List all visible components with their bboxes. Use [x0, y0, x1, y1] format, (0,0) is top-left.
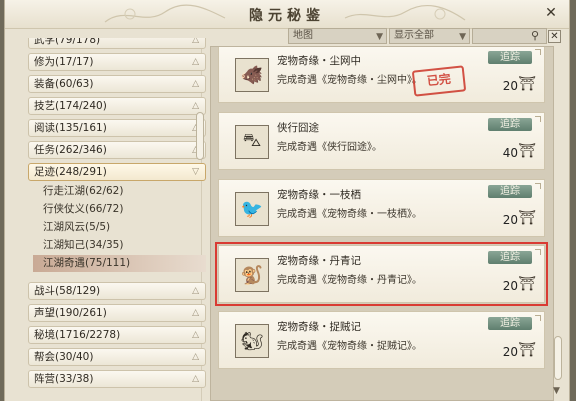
category-item[interactable]: 足迹(248/291) ▽: [28, 163, 206, 181]
achievement-card[interactable]: 🐒 宠物奇缘・丹青记完成奇遇《宠物奇缘・丹青记》。 追踪 20 ⛩: [215, 242, 548, 306]
category-label: 帮会(30/40): [34, 351, 94, 363]
chevron-up-icon: △: [192, 79, 199, 89]
subcategory-item[interactable]: 江湖知己(34/35): [33, 237, 206, 254]
category-label: 任务(262/346): [34, 144, 107, 156]
achievement-title: 宠物奇缘・尘网中: [277, 55, 361, 67]
map-filter-select[interactable]: 地图 ▼: [288, 28, 387, 44]
achievement-points: 40: [502, 146, 518, 160]
title-bar[interactable]: 隐元秘鉴 ✕: [5, 0, 569, 29]
achievement-card[interactable]: 🐿 宠物奇缘・捉贼记完成奇遇《宠物奇缘・捉贼记》。 追踪 20 ⛩: [218, 311, 545, 369]
achievement-points: 20: [502, 213, 518, 227]
category-label: 装备(60/63): [34, 78, 94, 90]
scroll-down-icon[interactable]: ▼: [553, 386, 560, 396]
points-icon: ⛩: [518, 76, 536, 92]
category-item[interactable]: 帮会(30/40) △: [28, 348, 206, 366]
monkey-icon: 🐒: [235, 258, 269, 292]
category-label: 足迹(248/291): [34, 166, 107, 178]
achievement-title: 侠行囧途: [277, 122, 319, 134]
category-item[interactable]: 阵营(33/38) △: [28, 370, 206, 388]
chevron-down-icon: ▽: [192, 167, 199, 177]
category-item[interactable]: 技艺(174/240) △: [28, 97, 206, 115]
achievement-points: 20: [502, 345, 518, 359]
chevron-up-icon: △: [192, 330, 199, 340]
category-label: 战斗(58/129): [34, 285, 101, 297]
track-button[interactable]: 追踪: [488, 51, 532, 64]
search-icon[interactable]: ⚲: [531, 29, 539, 42]
achievement-title: 宠物奇缘・捉贼记: [277, 321, 361, 333]
card-corner-ornament: [535, 249, 541, 255]
category-label: 阅读(135/161): [34, 122, 107, 134]
window-title: 隐元秘鉴: [249, 8, 325, 24]
points-icon: ⛩: [518, 276, 536, 292]
achievement-points: 20: [502, 79, 518, 93]
category-label: 声望(190/261): [34, 307, 107, 319]
category-item[interactable]: 秘境(1716/2278) △: [28, 326, 206, 344]
achievement-title: 宠物奇缘・一枝栖: [277, 189, 361, 201]
chevron-up-icon: △: [192, 374, 199, 384]
category-item[interactable]: 战斗(58/129) △: [28, 282, 206, 300]
chevron-up-icon: △: [192, 308, 199, 318]
points-icon: ⛩: [518, 342, 536, 358]
category-item[interactable]: 武学(79/178) △: [28, 38, 206, 49]
category-item[interactable]: 任务(262/346)△: [28, 141, 206, 159]
chevron-down-icon: ▼: [376, 32, 383, 42]
achievement-title: 宠物奇缘・丹青记: [277, 255, 361, 267]
achievement-card[interactable]: 🐗 宠物奇缘・尘网中完成奇遇《宠物奇缘・尘网中》。 追踪 20 ⛩ 已完: [218, 47, 545, 103]
subcategory-item[interactable]: 江湖奇遇(75/111): [33, 255, 206, 272]
chevron-up-icon: △: [192, 57, 199, 67]
card-corner-ornament: [535, 183, 541, 189]
achievement-card[interactable]: 🐦 宠物奇缘・一枝栖完成奇遇《宠物奇缘・一枝栖》。 追踪 20 ⛩: [218, 179, 545, 237]
display-filter-select[interactable]: 显示全部 ▼: [389, 28, 470, 44]
track-button[interactable]: 追踪: [488, 185, 532, 198]
track-button[interactable]: 追踪: [488, 251, 532, 264]
category-label: 武学(79/178): [34, 38, 101, 46]
squirrel-icon: 🐿: [235, 324, 269, 358]
category-item[interactable]: 声望(190/261) △: [28, 304, 206, 322]
achievement-list: 🐗 宠物奇缘・尘网中 完成奇遇《宠物奇缘・尘网中》。 追踪 20 ⛩ 已完 ⛍ 侠行囧途 完成奇遇…: [210, 46, 554, 401]
card-corner-ornament: [535, 315, 541, 321]
chevron-up-icon: △: [192, 38, 199, 45]
achievement-description: 完成奇遇《侠行囧途》。: [277, 142, 382, 153]
category-item[interactable]: 装备(60/63) △: [28, 75, 206, 93]
achievement-description: 完成奇遇《宠物奇缘・丹青记》。: [277, 275, 422, 286]
category-label: 阵营(33/38): [34, 373, 94, 385]
category-item[interactable]: 修为(17/17) △: [28, 53, 206, 71]
map-filter-value: 地图: [293, 30, 313, 41]
track-button[interactable]: 追踪: [488, 118, 532, 131]
completed-stamp: 已完: [411, 65, 467, 97]
chevron-up-icon: △: [192, 352, 199, 362]
achievement-window: 隐元秘鉴 ✕ 地图 ▼ 显示全部 ▼ ⚲ ✕ 武学(79/178) △ 修为(17/…: [4, 0, 570, 401]
category-item[interactable]: 阅读(135/161)△: [28, 119, 206, 137]
subcategory-item[interactable]: 行走江湖(62/62): [33, 183, 206, 200]
subcategory-item[interactable]: 行侠仗义(66/72): [33, 201, 206, 218]
cart-icon: ⛍: [235, 125, 269, 159]
card-corner-ornament: [535, 49, 541, 55]
clear-search-button[interactable]: ✕: [548, 30, 561, 43]
track-button[interactable]: 追踪: [488, 317, 532, 330]
achievement-description: 完成奇遇《宠物奇缘・捉贼记》。: [277, 341, 422, 352]
points-icon: ⛩: [518, 143, 536, 159]
boar-icon: 🐗: [235, 58, 269, 92]
achievement-scrollbar-thumb[interactable]: [554, 336, 562, 380]
achievement-description: 完成奇遇《宠物奇缘・一枝栖》。: [277, 209, 422, 220]
category-list: 武学(79/178) △ 修为(17/17) △ 装备(60/63) △ 技艺(174/24…: [23, 38, 213, 401]
bird-icon: 🐦: [235, 192, 269, 226]
card-corner-ornament: [535, 116, 541, 122]
achievement-points: 20: [502, 279, 518, 293]
achievement-card[interactable]: ⛍ 侠行囧途完成奇遇《侠行囧途》。 追踪 40 ⛩: [218, 112, 545, 170]
category-label: 秘境(1716/2278): [34, 329, 121, 341]
display-filter-value: 显示全部: [394, 30, 434, 41]
category-label: 技艺(174/240): [34, 100, 107, 112]
category-scrollbar-thumb[interactable]: [196, 112, 204, 160]
points-icon: ⛩: [518, 210, 536, 226]
close-button[interactable]: ✕: [543, 5, 559, 21]
achievement-description: 完成奇遇《宠物奇缘・尘网中》。: [277, 75, 422, 86]
category-label: 修为(17/17): [34, 56, 94, 68]
chevron-down-icon: ▼: [459, 32, 466, 42]
subcategory-item[interactable]: 江湖风云(5/5): [33, 219, 206, 236]
chevron-up-icon: △: [192, 286, 199, 296]
